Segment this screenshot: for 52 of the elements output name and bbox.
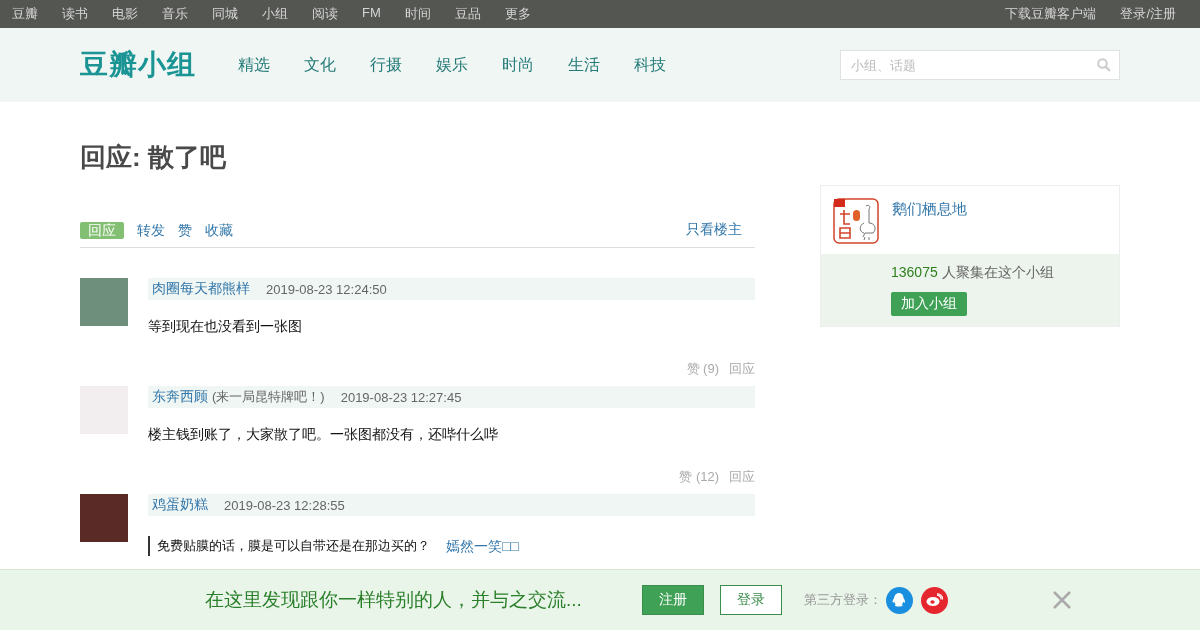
top-nav-link[interactable]: 阅读: [312, 5, 338, 23]
comment-time: 2019-08-23 12:27:45: [340, 389, 462, 405]
top-nav-link[interactable]: 时间: [404, 5, 431, 23]
top-nav-link[interactable]: 读书: [62, 5, 88, 23]
search-field[interactable]: 小组、话题: [840, 50, 1120, 80]
top-nav-link[interactable]: 豆品: [454, 5, 481, 23]
join-group-button[interactable]: 加入小组: [891, 292, 967, 316]
top-nav-link[interactable]: 更多: [504, 5, 531, 23]
top-nav-link[interactable]: 电影: [112, 5, 138, 23]
avatar-photo-placeholder: [80, 494, 128, 542]
category-link[interactable]: 科技: [634, 54, 666, 76]
banner-text: 在这里发现跟你一样特别的人，并与之交流...: [205, 588, 582, 612]
penguin-login-icon[interactable]: [885, 586, 913, 614]
top-nav-link[interactable]: FM: [362, 5, 381, 23]
top-nav-link[interactable]: 豆瓣: [12, 5, 38, 23]
site-logo[interactable]: 豆瓣小组: [80, 46, 196, 84]
page-title: 回应: 散了吧: [80, 141, 227, 174]
tab[interactable]: 赞: [178, 221, 192, 239]
category-link[interactable]: 精选: [238, 54, 270, 76]
close-icon[interactable]: [1052, 590, 1072, 610]
quoted-author-link[interactable]: 嫣然一笑□□: [446, 536, 519, 556]
tab[interactable]: 转发: [137, 221, 165, 239]
comment-time: 2019-08-23 12:28:55: [224, 497, 345, 513]
category-link[interactable]: 娱乐: [436, 54, 468, 76]
top-nav-link[interactable]: 小组: [262, 5, 288, 23]
author-link[interactable]: 鸡蛋奶糕: [152, 496, 208, 514]
category-link[interactable]: 文化: [304, 54, 336, 76]
member-label: 人聚集在这个小组: [941, 264, 1054, 282]
top-nav-link[interactable]: 下载豆瓣客户端: [1005, 5, 1097, 23]
author-only-link[interactable]: 只看楼主: [686, 221, 742, 239]
top-nav-link[interactable]: 登录/注册: [1120, 5, 1176, 23]
comment-time: 2019-08-23 12:24:50: [266, 281, 387, 297]
group-name-link[interactable]: 鹅们栖息地: [892, 200, 967, 242]
comment-text: 等到现在也没看到一张图: [148, 318, 303, 336]
top-nav-link[interactable]: 同城: [212, 5, 238, 23]
author-link[interactable]: 东奔西顾: [152, 388, 208, 406]
category-link[interactable]: 行摄: [370, 54, 402, 76]
member-count: 136075: [891, 264, 938, 282]
avatar-photo-placeholder: [80, 278, 128, 326]
quoted-text: 免费贴膜的话，膜是可以自带还是在那边买的？: [157, 537, 430, 555]
group-logo-drawing[interactable]: [833, 198, 879, 244]
author-link[interactable]: 肉圈每天都熊样: [152, 280, 250, 298]
user-signature: (来一局昆特牌吧！): [212, 388, 325, 406]
category-link[interactable]: 生活: [568, 54, 600, 76]
top-nav-link[interactable]: 音乐: [162, 5, 188, 23]
tab[interactable]: 收藏: [205, 221, 233, 239]
register-button[interactable]: 注册: [641, 585, 704, 615]
third-party-label: 第三方登录：: [803, 591, 882, 609]
comment-text: 楼主钱到账了，大家散了吧。一张图都没有，还哔什么哔: [148, 426, 499, 444]
weibo-login-icon[interactable]: [920, 586, 948, 614]
login-button[interactable]: 登录: [719, 585, 782, 615]
category-link[interactable]: 时尚: [502, 54, 534, 76]
